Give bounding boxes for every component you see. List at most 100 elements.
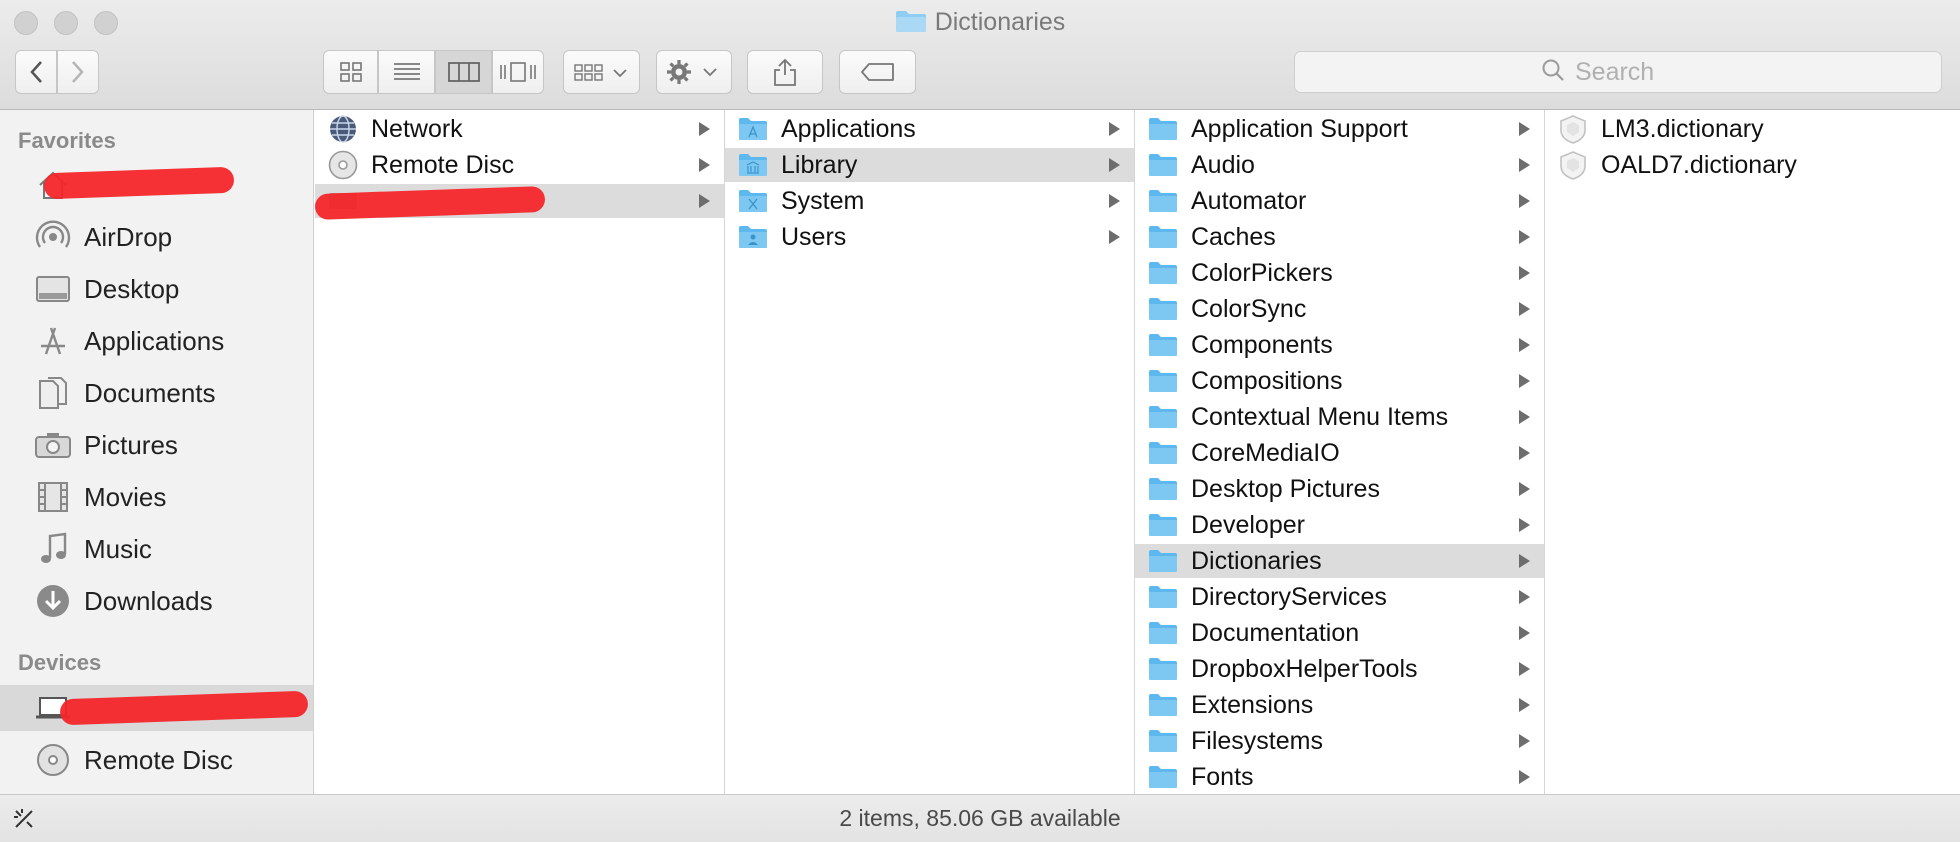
column-view-button[interactable] — [435, 50, 492, 94]
disclosure-arrow-icon — [1519, 266, 1530, 280]
forward-button[interactable] — [57, 50, 99, 94]
column-row-label: Library — [781, 150, 858, 179]
column-row-users[interactable]: Users — [725, 220, 1134, 254]
disclosure-arrow-icon — [1109, 158, 1120, 172]
column-row-components[interactable]: Components — [1135, 328, 1544, 362]
share-button[interactable] — [747, 50, 823, 94]
arrange-button[interactable] — [563, 50, 640, 94]
disclosure-arrow-icon — [1519, 230, 1530, 244]
sidebar-item-downloads[interactable]: Downloads — [0, 578, 313, 624]
disclosure-arrow-icon — [1519, 122, 1530, 136]
browser-column-4: LM3.dictionary OALD7.dictionary — [1545, 110, 1960, 794]
sidebar-item-label: Desktop — [84, 273, 180, 304]
column-row-coremediaio[interactable]: CoreMediaIO — [1135, 436, 1544, 470]
sidebar-item-label: Remote Disc — [84, 744, 233, 775]
sidebar-item-this-mac[interactable] — [0, 685, 313, 731]
search-input[interactable] — [1575, 57, 1695, 87]
sidebar-item-documents[interactable]: Documents — [0, 370, 313, 416]
column-row-label: Extensions — [1191, 690, 1314, 719]
column-row-fonts[interactable]: Fonts — [1135, 760, 1544, 794]
disclosure-arrow-icon — [1519, 770, 1530, 784]
folder-icon — [1147, 115, 1179, 143]
tag-icon — [860, 63, 895, 81]
column-row-filesystems[interactable]: Filesystems — [1135, 724, 1544, 758]
cover-flow-view-button[interactable] — [492, 50, 544, 94]
disclosure-arrow-icon — [1519, 626, 1530, 640]
column-row-applications[interactable]: Applications — [725, 112, 1134, 146]
column-row-label: Applications — [781, 114, 916, 143]
folder-icon — [1147, 475, 1179, 503]
column-row-drive[interactable] — [315, 184, 724, 221]
sidebar-item-movies[interactable]: Movies — [0, 474, 313, 520]
search-field[interactable] — [1294, 51, 1942, 93]
sidebar-item-airdrop[interactable]: AirDrop — [0, 214, 313, 260]
column-row-label: CoreMediaIO — [1191, 438, 1340, 467]
column-row-remote-disc[interactable]: Remote Disc — [315, 148, 724, 182]
column-row-oald7-dictionary[interactable]: OALD7.dictionary — [1545, 148, 1959, 182]
column-row-label: Audio — [1191, 150, 1255, 179]
sidebar-item-label: Downloads — [84, 585, 213, 616]
column-row-directoryservices[interactable]: DirectoryServices — [1135, 580, 1544, 614]
column-row-documentation[interactable]: Documentation — [1135, 616, 1544, 650]
column-row-label: Dictionaries — [1191, 546, 1322, 575]
column-row-dictionaries[interactable]: Dictionaries — [1135, 544, 1544, 578]
folder-icon — [895, 9, 927, 40]
column-row-label: Remote Disc — [371, 150, 515, 179]
sidebar-item-home[interactable] — [0, 162, 313, 208]
column-row-network[interactable]: Network — [315, 112, 724, 146]
column-row-label: Contextual Menu Items — [1191, 402, 1449, 431]
column-row-automator[interactable]: Automator — [1135, 184, 1544, 218]
disclosure-arrow-icon — [1519, 338, 1530, 352]
column-row-extensions[interactable]: Extensions — [1135, 688, 1544, 722]
column-row-lm3-dictionary[interactable]: LM3.dictionary — [1545, 112, 1959, 146]
column-row-audio[interactable]: Audio — [1135, 148, 1544, 182]
list-view-button[interactable] — [378, 50, 435, 94]
column-row-label: Automator — [1191, 186, 1307, 215]
documents-icon — [34, 374, 72, 412]
column-row-caches[interactable]: Caches — [1135, 220, 1544, 254]
sidebar-item-remote-disc[interactable]: Remote Disc — [0, 737, 313, 783]
column-row-system[interactable]: System — [725, 184, 1134, 218]
sidebar-item-pictures[interactable]: Pictures — [0, 422, 313, 468]
sidebar-item-label: Pictures — [84, 429, 178, 460]
column-row-colorpickers[interactable]: ColorPickers — [1135, 256, 1544, 290]
share-icon — [773, 58, 797, 86]
back-button[interactable] — [15, 50, 57, 94]
disclosure-arrow-icon — [1519, 590, 1530, 604]
folder-icon — [1147, 547, 1179, 575]
dictionary-file-icon — [1557, 115, 1589, 144]
magnifier-icon — [1541, 58, 1565, 87]
column-row-colorsync[interactable]: ColorSync — [1135, 292, 1544, 326]
devices-header: Devices — [18, 650, 102, 675]
column-row-developer[interactable]: Developer — [1135, 508, 1544, 542]
icon-view-button[interactable] — [323, 50, 378, 94]
folder-icon — [1147, 439, 1179, 467]
disclosure-arrow-icon — [1519, 194, 1530, 208]
column-row-application-support[interactable]: Application Support — [1135, 112, 1544, 146]
column-row-library[interactable]: Library — [725, 148, 1134, 182]
action-button[interactable] — [656, 50, 732, 94]
sidebar-item-label: Music — [84, 533, 152, 564]
column-row-label: DropboxHelperTools — [1191, 654, 1418, 683]
chevron-left-icon — [29, 60, 43, 84]
column-row-contextual-menu-items[interactable]: Contextual Menu Items — [1135, 400, 1544, 434]
column-row-desktop-pictures[interactable]: Desktop Pictures — [1135, 472, 1544, 506]
status-bar: 2 items, 85.06 GB available — [0, 794, 1960, 842]
folder-icon — [737, 223, 769, 251]
column-row-label: Fonts — [1191, 762, 1254, 791]
sidebar-item-desktop[interactable]: Desktop — [0, 266, 313, 312]
browser-column-1: Network Remote Disc — [315, 110, 725, 794]
list-icon — [393, 62, 421, 82]
sidebar-item-label: Applications — [84, 325, 225, 356]
column-row-label: ColorPickers — [1191, 258, 1333, 287]
column-row-dropboxhelpertools[interactable]: DropboxHelperTools — [1135, 652, 1544, 686]
sidebar-item-music[interactable]: Music — [0, 526, 313, 572]
column-row-label: Documentation — [1191, 618, 1360, 647]
column-row-compositions[interactable]: Compositions — [1135, 364, 1544, 398]
sidebar-item-applications[interactable]: Applications — [0, 318, 313, 364]
folder-icon — [1147, 223, 1179, 251]
wand-icon[interactable] — [12, 807, 36, 836]
tags-button[interactable] — [839, 50, 916, 94]
toolbar: Dictionaries — [0, 0, 1960, 110]
folder-icon — [737, 187, 769, 215]
